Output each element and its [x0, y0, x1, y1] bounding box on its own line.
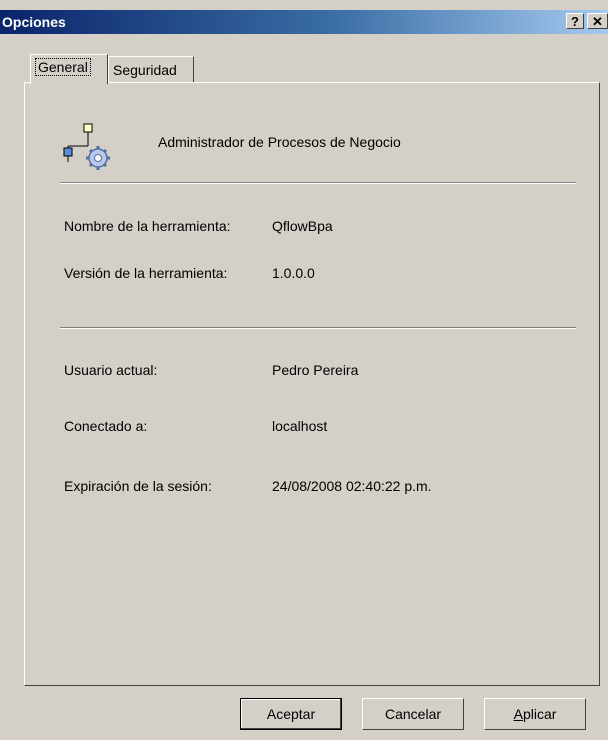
- tab-general-label: General: [35, 58, 91, 76]
- session-expiration-label: Expiración de la sesión:: [64, 478, 212, 494]
- tab-seguridad-label: Seguridad: [113, 62, 177, 78]
- tool-version-value: 1.0.0.0: [272, 265, 315, 281]
- current-user-label: Usuario actual:: [64, 362, 158, 378]
- tab-general[interactable]: General: [30, 54, 108, 84]
- apply-button[interactable]: Aplicar: [484, 698, 586, 730]
- connected-to-value: localhost: [272, 418, 328, 434]
- tool-name-value: QflowBpa: [272, 218, 333, 234]
- tool-version-label: Versión de la herramienta:: [64, 265, 228, 281]
- tab-panel-general: [24, 82, 600, 686]
- divider-middle: [60, 327, 576, 329]
- tab-seguridad[interactable]: Seguridad: [108, 56, 194, 82]
- divider-top: [60, 182, 576, 184]
- title-bar[interactable]: Opciones ? ✕: [0, 10, 608, 34]
- current-user-value: Pedro Pereira: [272, 362, 359, 378]
- process-gear-icon: [63, 123, 110, 170]
- apply-label-rest: plicar: [522, 706, 557, 722]
- help-button[interactable]: ?: [566, 13, 584, 29]
- apply-mnemonic: A: [513, 706, 523, 722]
- connected-to-label: Conectado a:: [64, 418, 148, 434]
- session-expiration-value: 24/08/2008 02:40:22 p.m.: [272, 478, 432, 494]
- close-button[interactable]: ✕: [587, 13, 608, 29]
- accept-button[interactable]: Aceptar: [240, 698, 342, 730]
- window-title: Opciones: [2, 14, 66, 30]
- app-title: Administrador de Procesos de Negocio: [158, 134, 401, 150]
- cancel-button[interactable]: Cancelar: [362, 698, 464, 730]
- tool-name-label: Nombre de la herramienta:: [64, 218, 231, 234]
